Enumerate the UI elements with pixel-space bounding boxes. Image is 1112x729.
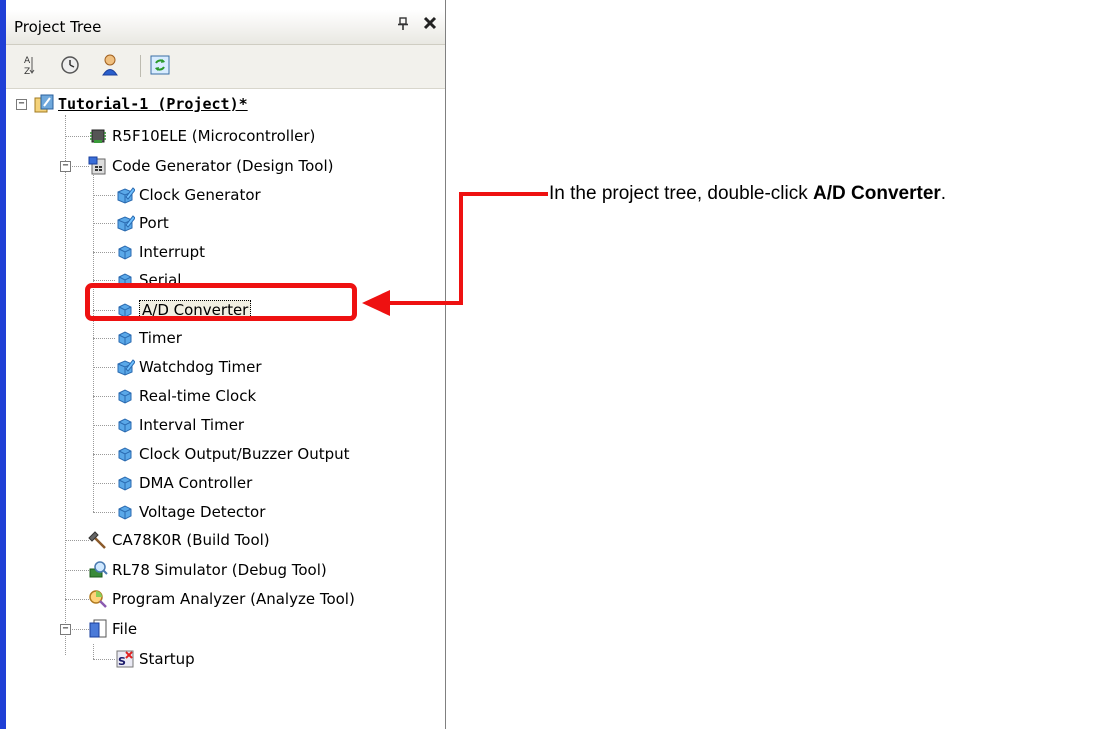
instruction-annotation: In the project tree, double-click A/D Co… xyxy=(549,183,946,205)
callout-arrow xyxy=(362,192,548,316)
annotation-suffix: . xyxy=(940,183,947,204)
annotation-prefix: In the project tree, double-click xyxy=(549,183,814,204)
annotation-bold: A/D Converter xyxy=(813,183,941,204)
